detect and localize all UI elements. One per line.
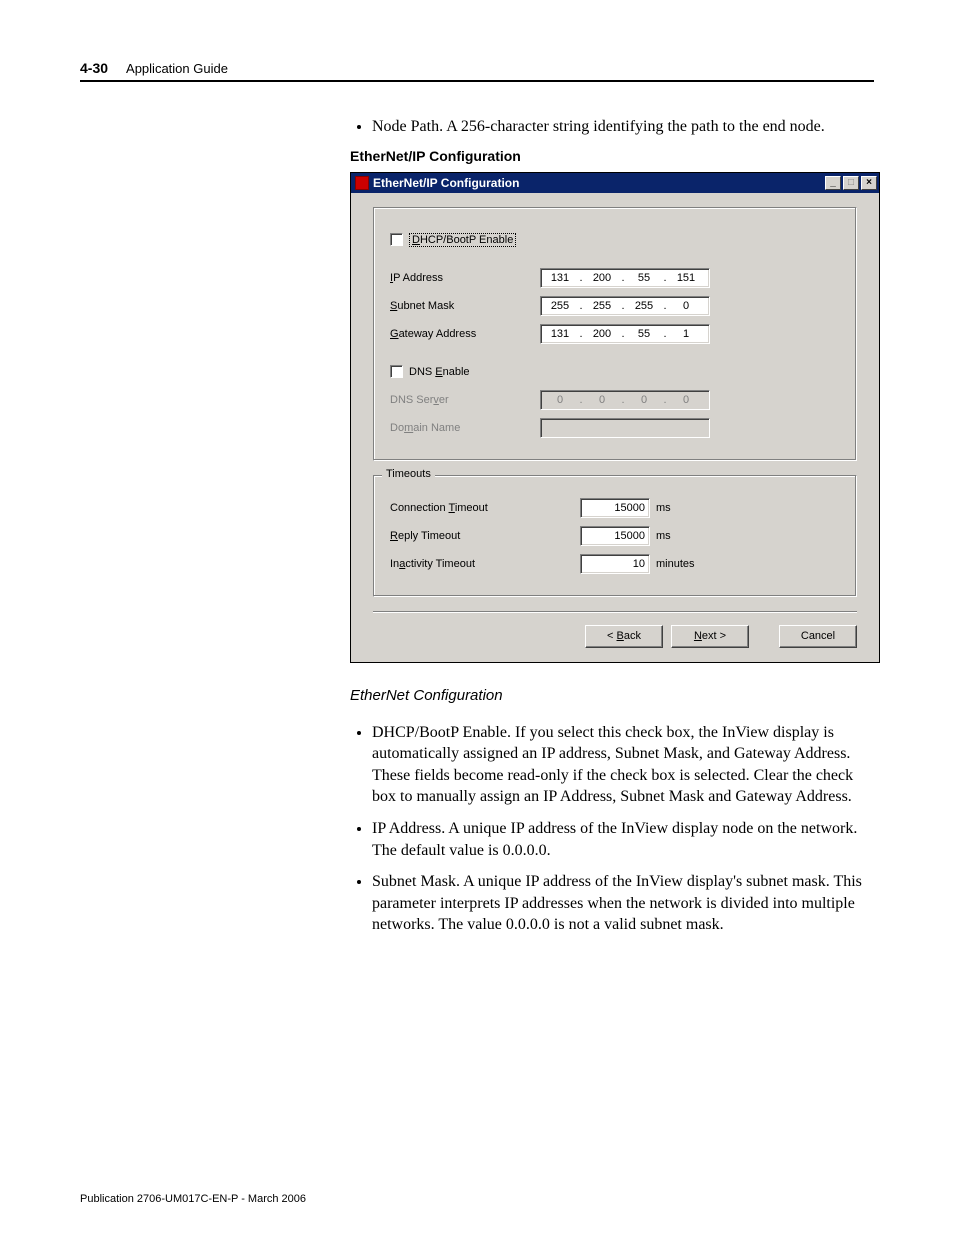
- dns-enable-row: DNS Enable: [390, 362, 840, 382]
- subnet-mask-label: Subnet Mask: [390, 300, 540, 312]
- ip-address-label: IP Address: [390, 272, 540, 284]
- dns-enable-checkbox[interactable]: [390, 365, 403, 378]
- subnet-mask-input[interactable]: 255. 255. 255. 0: [540, 296, 710, 316]
- cancel-button[interactable]: Cancel: [779, 625, 857, 648]
- reply-timeout-label: Reply Timeout: [390, 530, 580, 542]
- separator: [373, 611, 857, 613]
- ip-address-input[interactable]: 131. 200. 55. 151: [540, 268, 710, 288]
- close-button[interactable]: ×: [861, 176, 877, 190]
- page-number: 4-30: [80, 60, 108, 76]
- inactivity-timeout-input[interactable]: 10: [580, 554, 650, 574]
- dhcp-checkbox[interactable]: [390, 233, 403, 246]
- dialog-titlebar: EtherNet/IP Configuration _ □ ×: [351, 173, 879, 193]
- reply-timeout-unit: ms: [656, 530, 671, 542]
- dialog-title: EtherNet/IP Configuration: [373, 176, 825, 190]
- list-item: Subnet Mask. A unique IP address of the …: [372, 871, 880, 936]
- ip-settings-group: DHCP/BootP Enable IP Address 131. 200. 5…: [373, 207, 857, 461]
- publication-footer: Publication 2706-UM017C-EN-P - March 200…: [80, 1193, 306, 1205]
- connection-timeout-input[interactable]: 15000: [580, 498, 650, 518]
- back-button[interactable]: < Back: [585, 625, 663, 648]
- reply-timeout-input[interactable]: 15000: [580, 526, 650, 546]
- ethernet-config-dialog: EtherNet/IP Configuration _ □ × DHCP/Boo…: [350, 172, 880, 663]
- figure-caption-italic: EtherNet Configuration: [350, 687, 880, 704]
- list-item: DHCP/BootP Enable. If you select this ch…: [372, 722, 880, 808]
- page-header: 4-30 Application Guide: [80, 60, 874, 82]
- timeouts-legend: Timeouts: [382, 468, 435, 480]
- minimize-button[interactable]: _: [825, 176, 841, 190]
- maximize-button: □: [843, 176, 859, 190]
- gateway-address-input[interactable]: 131. 200. 55. 1: [540, 324, 710, 344]
- intro-list: Node Path. A 256-character string identi…: [350, 116, 880, 138]
- domain-name-input: [540, 418, 710, 438]
- dhcp-row: DHCP/BootP Enable: [390, 230, 840, 250]
- next-button[interactable]: Next >: [671, 625, 749, 648]
- app-icon: [355, 176, 369, 190]
- timeouts-group: Timeouts Connection Timeout 15000 ms Rep…: [373, 475, 857, 597]
- inactivity-timeout-unit: minutes: [656, 558, 695, 570]
- gateway-address-label: Gateway Address: [390, 328, 540, 340]
- dns-enable-label[interactable]: DNS Enable: [409, 366, 470, 378]
- header-title: Application Guide: [126, 61, 228, 76]
- inactivity-timeout-label: Inactivity Timeout: [390, 558, 580, 570]
- description-list: DHCP/BootP Enable. If you select this ch…: [350, 722, 880, 936]
- dns-server-label: DNS Server: [390, 394, 540, 406]
- dhcp-label[interactable]: DHCP/BootP Enable: [409, 233, 516, 247]
- connection-timeout-unit: ms: [656, 502, 671, 514]
- connection-timeout-label: Connection Timeout: [390, 502, 580, 514]
- dns-server-input: 0. 0. 0. 0: [540, 390, 710, 410]
- intro-bullet: Node Path. A 256-character string identi…: [372, 116, 880, 138]
- list-item: IP Address. A unique IP address of the I…: [372, 818, 880, 861]
- domain-name-label: Domain Name: [390, 422, 540, 434]
- figure-caption-bold: EtherNet/IP Configuration: [350, 148, 880, 164]
